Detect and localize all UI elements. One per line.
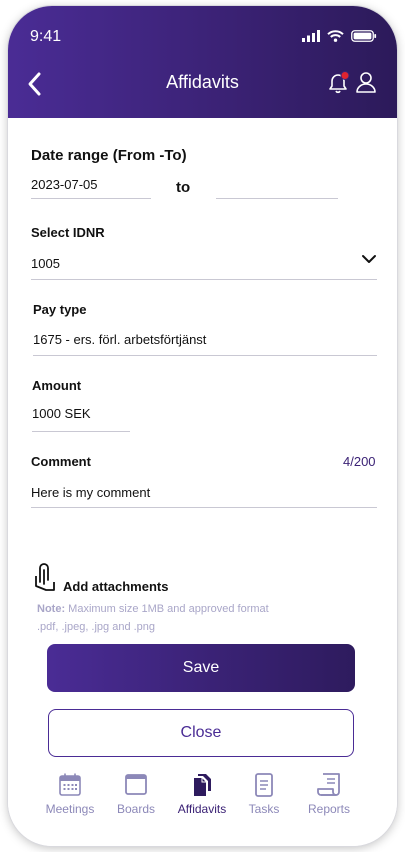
idnr-label: Select IDNR: [31, 225, 105, 240]
idnr-value: 1005: [31, 256, 60, 271]
user-icon: [356, 72, 376, 93]
documents-icon: [194, 774, 211, 796]
amount-input[interactable]: 1000 SEK: [32, 406, 91, 421]
amount-label: Amount: [32, 378, 82, 393]
tab-affidavits[interactable]: Affidavits: [167, 772, 237, 816]
tab-tasks[interactable]: Tasks: [229, 772, 299, 816]
status-icons: [302, 30, 377, 42]
comment-input[interactable]: Here is my comment: [31, 485, 150, 500]
app-header: 9:41 Affidavits: [8, 6, 397, 118]
phone-frame: 9:41 Affidavits Date range (From -To) 20…: [8, 6, 397, 846]
date-to-underline: [216, 198, 338, 199]
date-range-label: Date range (From -To): [31, 147, 187, 164]
bottom-tab-bar: Meetings Boards Affidavits Tasks Reports: [8, 772, 397, 832]
tab-tasks-label: Tasks: [248, 802, 280, 816]
idnr-underline: [31, 279, 377, 280]
profile-button[interactable]: [354, 70, 378, 101]
idnr-select[interactable]: 1005: [31, 246, 377, 274]
report-icon: [317, 773, 340, 796]
window-icon: [125, 774, 147, 795]
attachments-note: Note: Maximum size 1MB and approved form…: [37, 603, 269, 615]
add-attachments-button[interactable]: Add attachments: [30, 562, 190, 594]
note-prefix: Note:: [37, 603, 66, 615]
comment-counter: 4/200: [343, 454, 376, 469]
pay-type-label: Pay type: [33, 302, 87, 317]
tab-boards[interactable]: Boards: [101, 772, 171, 816]
add-attachments-label: Add attachments: [63, 579, 169, 594]
pay-type-underline: [33, 355, 377, 356]
note-text: Maximum size 1MB and approved format: [65, 603, 269, 615]
tab-reports[interactable]: Reports: [294, 772, 364, 816]
status-time: 9:41: [30, 28, 62, 45]
tab-meetings[interactable]: Meetings: [35, 772, 105, 816]
tab-affidavits-label: Affidavits: [177, 802, 227, 816]
date-to-input[interactable]: [216, 177, 338, 197]
notifications-button[interactable]: [326, 70, 352, 101]
battery-icon: [351, 30, 377, 42]
pay-type-input[interactable]: 1675 - ers. förl. arbetsförtjänst: [33, 332, 206, 347]
chevron-down-icon: [362, 255, 376, 263]
date-from-input[interactable]: 2023-07-05: [31, 177, 98, 192]
paperclip-icon: [35, 563, 55, 591]
wifi-icon: [327, 30, 344, 42]
affidavit-form: Date range (From -To) 2023-07-05 to Sele…: [8, 118, 397, 846]
close-button[interactable]: Close: [48, 709, 354, 757]
tab-reports-label: Reports: [307, 802, 351, 816]
date-range-separator: to: [176, 179, 191, 196]
calendar-icon: [59, 773, 81, 796]
comment-underline: [31, 507, 377, 508]
bell-icon: [329, 71, 350, 94]
attachments-note-formats: .pdf, .jpeg, .jpg and .png: [37, 621, 156, 633]
date-from-underline: [31, 198, 151, 199]
amount-underline: [32, 431, 130, 432]
document-icon: [255, 773, 273, 797]
save-button[interactable]: Save: [47, 644, 355, 692]
signal-icon: [302, 30, 320, 42]
comment-label: Comment: [31, 454, 91, 469]
tab-meetings-label: Meetings: [45, 802, 95, 816]
tab-boards-label: Boards: [116, 802, 156, 816]
